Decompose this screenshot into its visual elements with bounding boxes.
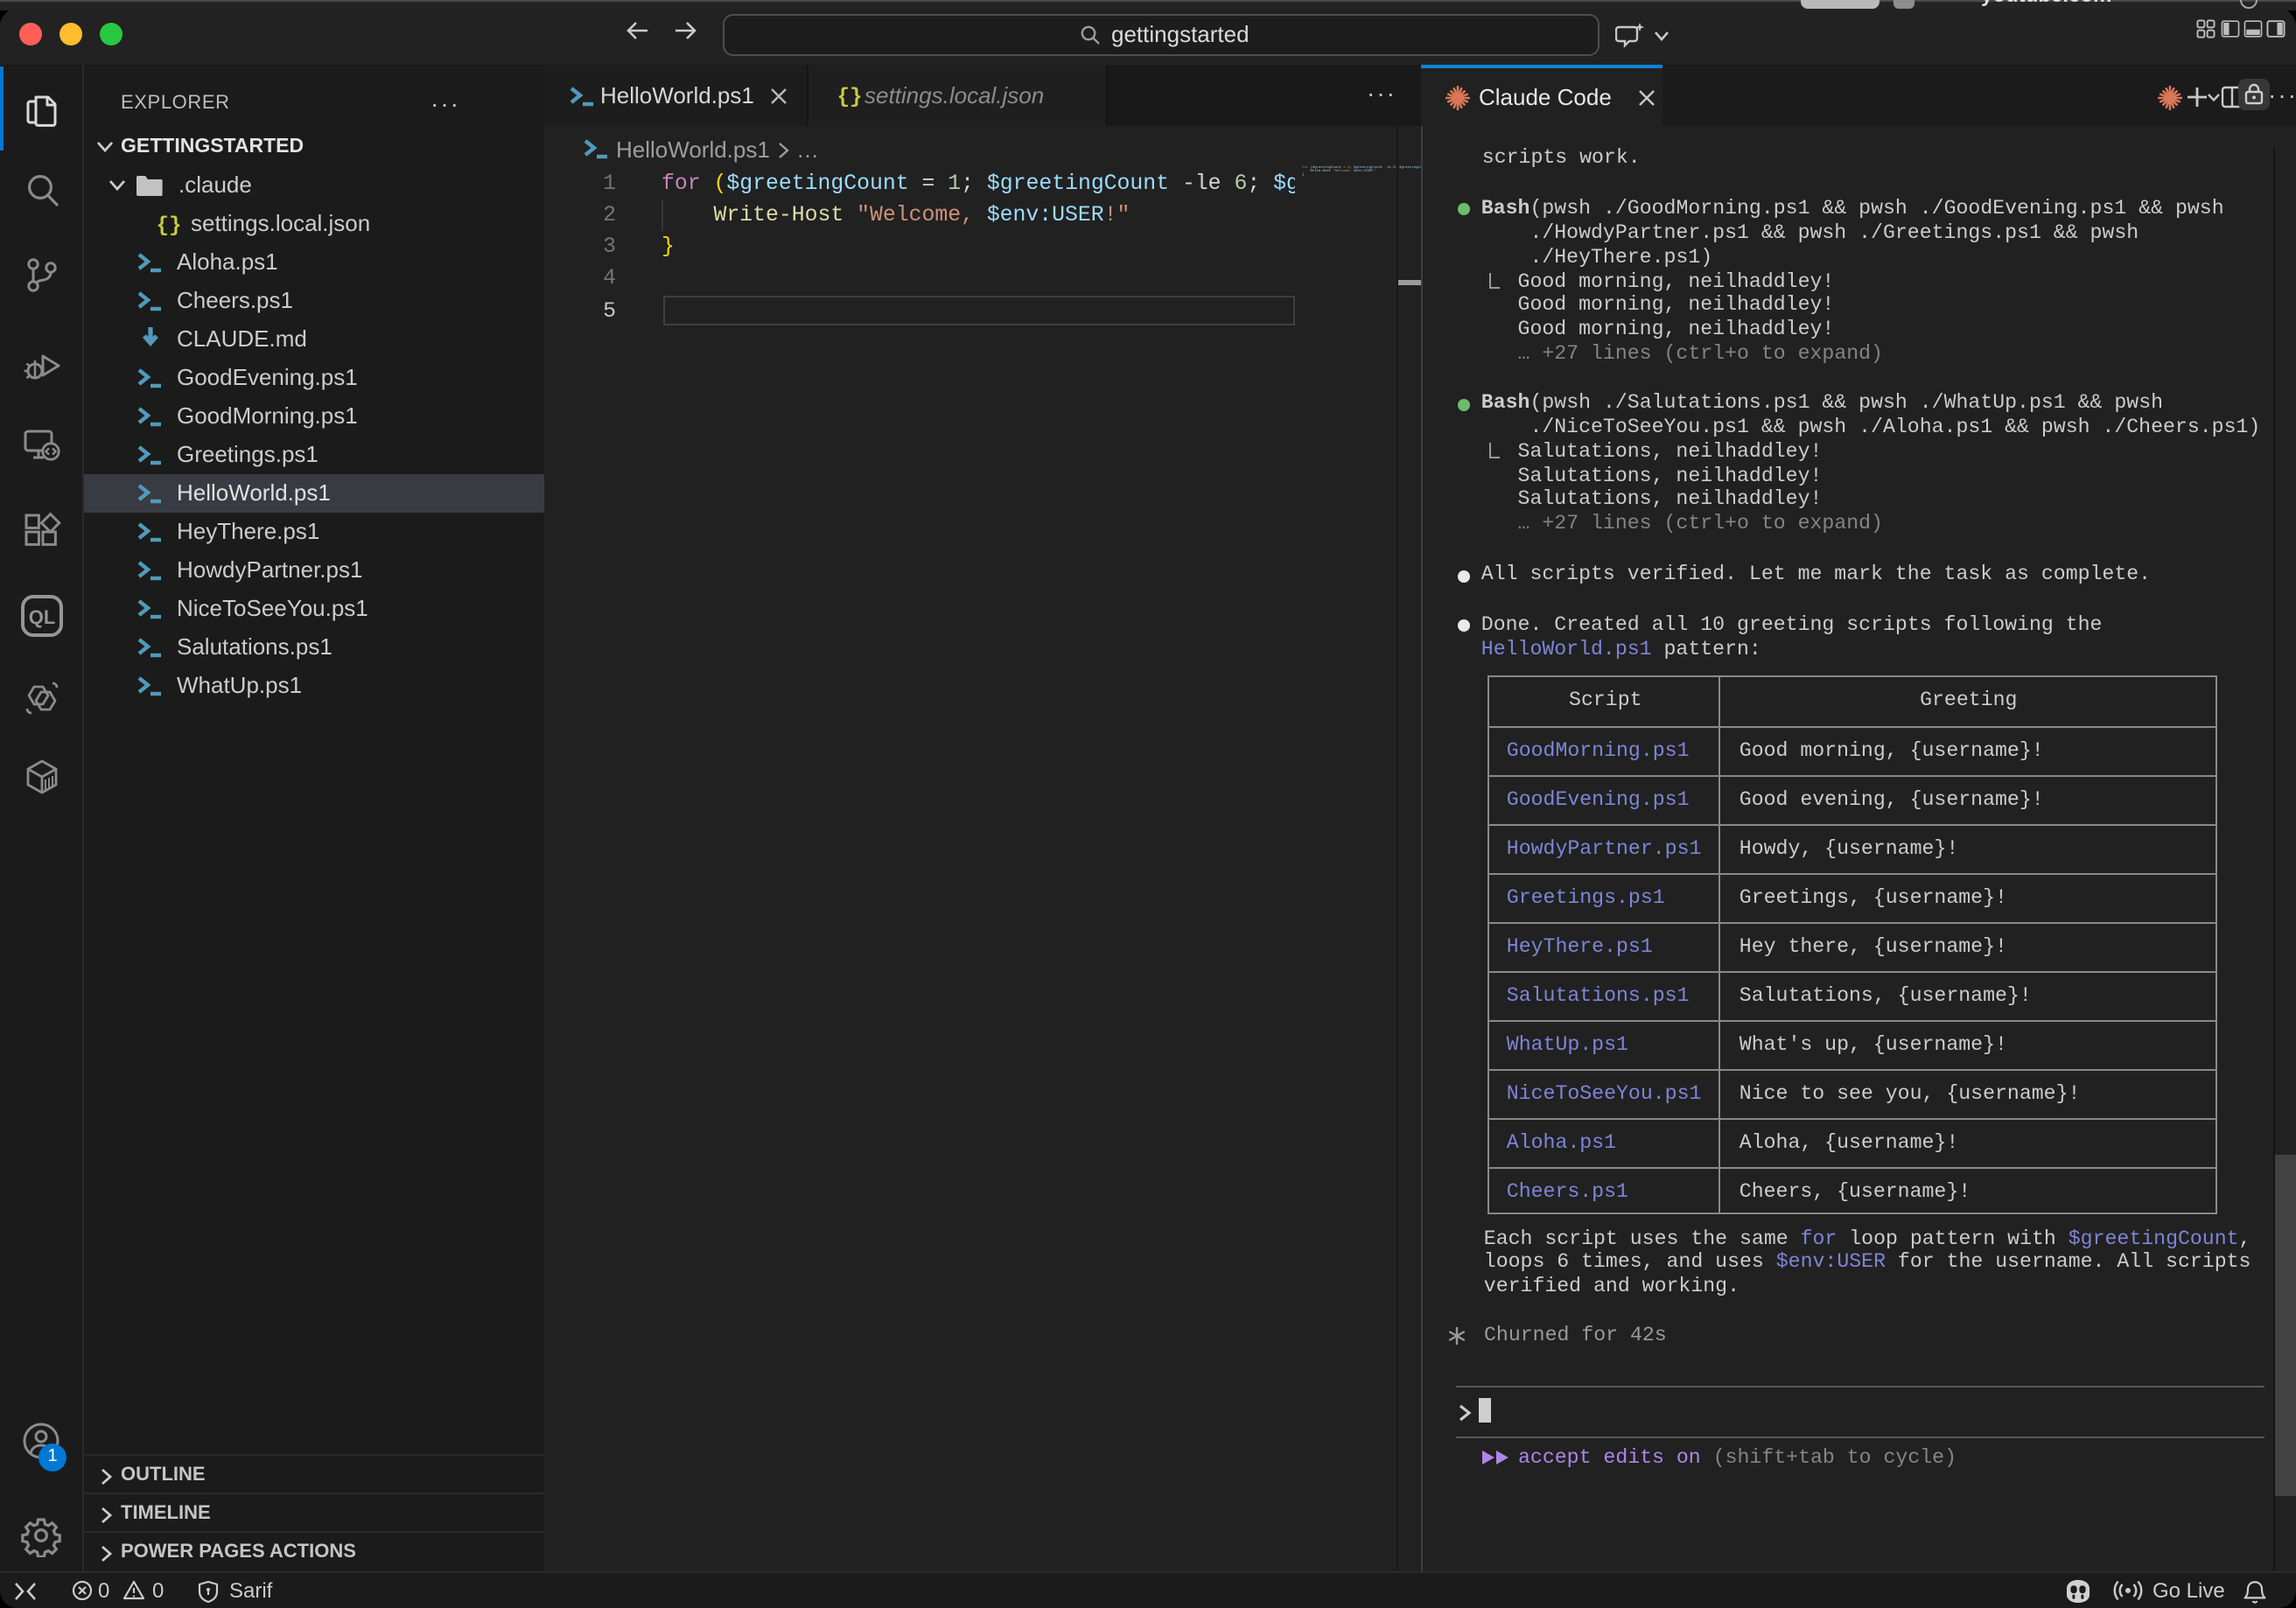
svg-text:{}: {} <box>837 86 863 107</box>
svg-text:{}: {} <box>157 214 182 236</box>
svg-text:QL: QL <box>29 606 56 628</box>
